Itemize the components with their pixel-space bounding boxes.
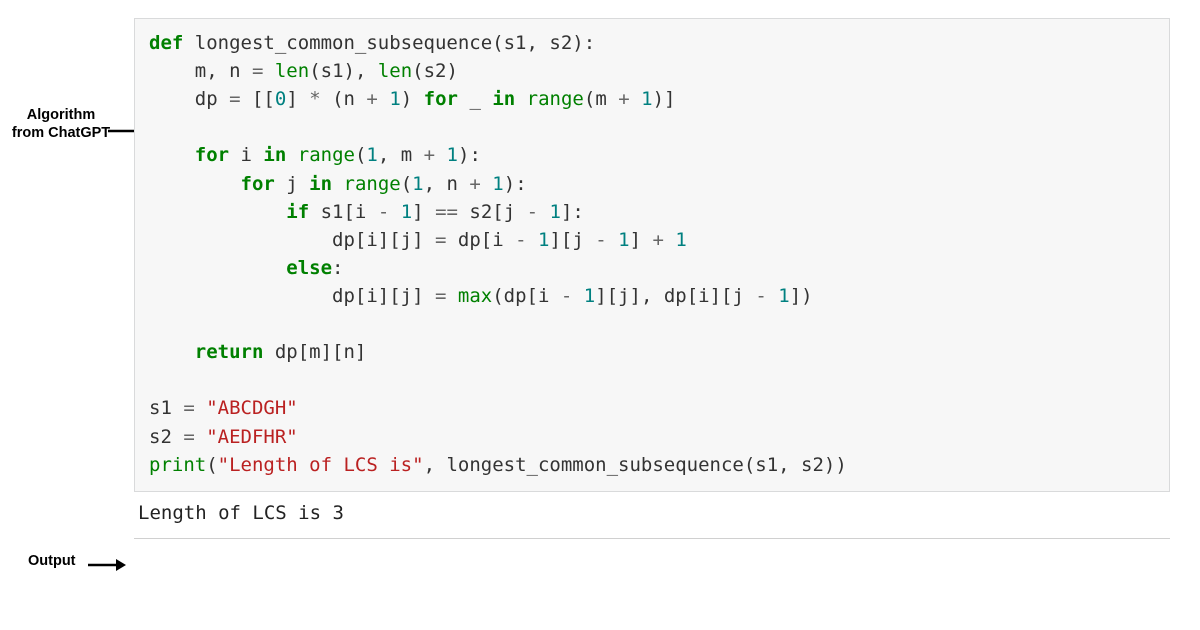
label-algorithm: Algorithm from ChatGPT [6,106,116,142]
label-algorithm-line1: Algorithm [27,107,95,123]
label-algorithm-line2: from ChatGPT [12,125,110,141]
divider [134,538,1170,539]
arrow-icon [88,558,126,577]
content-column: def longest_common_subsequence(s1, s2): … [134,18,1170,539]
label-output: Output [28,553,76,569]
output-text: Length of LCS is 3 [134,492,1170,530]
code-block: def longest_common_subsequence(s1, s2): … [134,18,1170,492]
